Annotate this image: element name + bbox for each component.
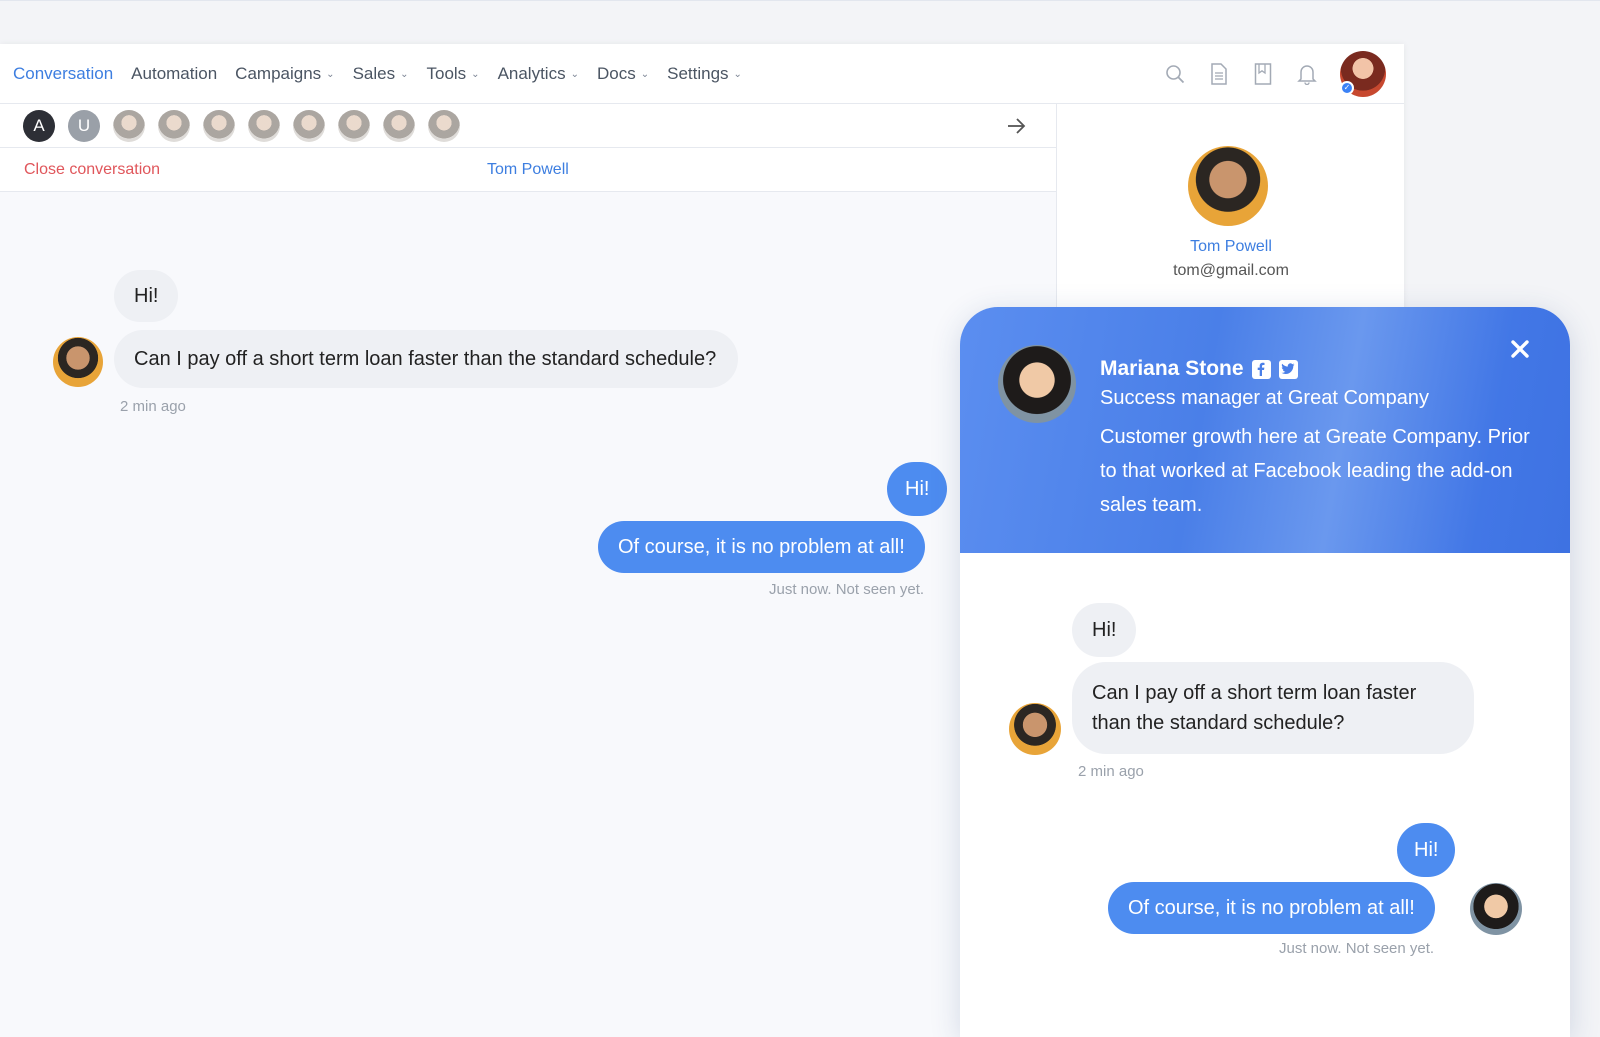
facebook-icon[interactable] xyxy=(1251,359,1271,379)
arrow-right-icon[interactable] xyxy=(1004,114,1028,138)
nav-item-automation[interactable]: Automation xyxy=(131,64,217,84)
message-timestamp: 2 min ago xyxy=(120,398,186,415)
bell-icon[interactable] xyxy=(1296,63,1318,85)
background-strip xyxy=(0,0,1600,44)
nav-item-label: Sales xyxy=(352,64,396,83)
contact-name-link[interactable]: Tom Powell xyxy=(487,161,569,179)
contact-avatar-strip: A U xyxy=(0,104,1056,148)
avatar[interactable] xyxy=(248,110,280,142)
top-navbar: Conversation Automation Campaigns ⌄ Sale… xyxy=(0,44,1404,104)
chat-widget: Mariana Stone Success manager at Great C… xyxy=(960,307,1570,1037)
nav-item-label: Settings xyxy=(667,64,729,83)
nav-item-docs[interactable]: Docs ⌄ xyxy=(597,64,649,84)
chevron-down-icon: ⌄ xyxy=(570,68,579,80)
contact-email: tom@gmail.com xyxy=(1173,262,1289,279)
nav-item-tools[interactable]: Tools ⌄ xyxy=(426,64,479,84)
nav-item-conversation[interactable]: Conversation xyxy=(13,64,113,84)
nav-icon-group: ✓ xyxy=(1142,44,1386,104)
agent-avatar xyxy=(998,345,1076,423)
avatar[interactable] xyxy=(428,110,460,142)
nav-item-analytics[interactable]: Analytics ⌄ xyxy=(498,64,579,84)
incoming-message: Can I pay off a short term loan faster t… xyxy=(114,330,739,388)
nav-item-settings[interactable]: Settings ⌄ xyxy=(667,64,742,84)
avatar[interactable]: A xyxy=(23,110,55,142)
avatar[interactable] xyxy=(203,110,235,142)
avatar-list: A U xyxy=(23,110,473,142)
message-timestamp: 2 min ago xyxy=(1078,763,1144,780)
agent-title: Success manager at Great Company xyxy=(1100,387,1430,409)
avatar[interactable] xyxy=(158,110,190,142)
nav-item-sales[interactable]: Sales ⌄ xyxy=(353,64,409,84)
outgoing-message: Of course, it is no problem at all! xyxy=(1108,882,1435,934)
agent-name: Mariana Stone xyxy=(1100,357,1244,380)
chevron-down-icon: ⌄ xyxy=(733,68,742,80)
nav-item-label: Campaigns xyxy=(235,64,322,83)
outgoing-message: Of course, it is no problem at all! xyxy=(598,521,925,573)
contact-name[interactable]: Tom Powell xyxy=(1057,238,1405,256)
incoming-message: Hi! xyxy=(1072,603,1137,657)
chevron-down-icon: ⌄ xyxy=(640,68,650,80)
agent-bio: Customer growth here at Greate Company. … xyxy=(1100,426,1530,516)
close-icon[interactable] xyxy=(1508,337,1532,361)
incoming-message: Can I pay off a short term loan faster t… xyxy=(1072,662,1474,754)
chevron-down-icon: ⌄ xyxy=(400,68,409,80)
agent-name-row: Mariana Stone xyxy=(1100,357,1298,381)
contact-avatar xyxy=(53,337,103,387)
avatar[interactable] xyxy=(338,110,370,142)
outgoing-message: Hi! xyxy=(887,462,948,516)
conversation-header: Close conversation Tom Powell xyxy=(0,148,1056,192)
nav-item-label: Tools xyxy=(426,64,467,83)
document-icon[interactable] xyxy=(1208,63,1230,85)
nav-menu: Conversation Automation Campaigns ⌄ Sale… xyxy=(13,44,760,104)
avatar[interactable] xyxy=(383,110,415,142)
chevron-down-icon: ⌄ xyxy=(326,68,335,80)
close-conversation-link[interactable]: Close conversation xyxy=(24,161,160,179)
avatar[interactable] xyxy=(293,110,325,142)
nav-item-campaigns[interactable]: Campaigns ⌄ xyxy=(235,64,334,84)
nav-item-label: Conversation xyxy=(13,64,114,83)
incoming-message: Hi! xyxy=(114,270,179,322)
nav-item-label: Analytics xyxy=(497,64,566,83)
contact-avatar xyxy=(1188,146,1268,226)
nav-item-label: Docs xyxy=(596,64,636,83)
bookmark-icon[interactable] xyxy=(1252,63,1274,85)
avatar[interactable] xyxy=(113,110,145,142)
agent-avatar xyxy=(1470,883,1522,935)
user-avatar[interactable]: ✓ xyxy=(1340,51,1386,97)
outgoing-message: Hi! xyxy=(1397,823,1456,877)
verified-badge-icon: ✓ xyxy=(1340,81,1354,95)
search-icon[interactable] xyxy=(1164,63,1186,85)
contact-avatar xyxy=(1009,703,1061,755)
nav-item-label: Automation xyxy=(131,64,218,83)
avatar[interactable]: U xyxy=(68,110,100,142)
widget-header: Mariana Stone Success manager at Great C… xyxy=(960,307,1570,553)
twitter-icon[interactable] xyxy=(1278,359,1298,379)
message-status: Just now. Not seen yet. xyxy=(769,581,925,598)
message-status: Just now. Not seen yet. xyxy=(1279,940,1435,957)
chevron-down-icon: ⌄ xyxy=(471,68,480,80)
